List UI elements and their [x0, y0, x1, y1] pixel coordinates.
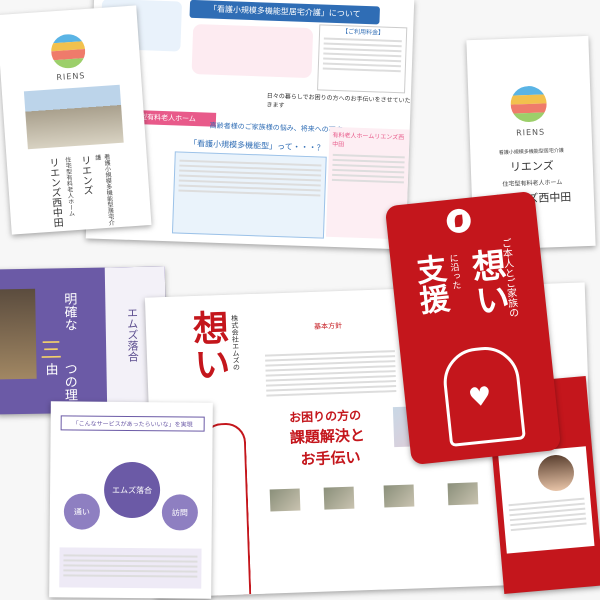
profile-box [498, 446, 595, 554]
riens-logo-icon [510, 85, 548, 123]
price-table: 【ご利用料金】 [317, 24, 408, 94]
center-label: エムズ落合 [112, 485, 153, 495]
info-box-left [171, 151, 327, 239]
sub-label-1: 通い [73, 507, 90, 517]
brochure-subtitle: 看護小規模多機能型居宅介護 [498, 147, 564, 157]
leaf-logo-icon [445, 207, 472, 235]
card-line-2: 想い [463, 246, 511, 319]
reason-number: 三 [39, 338, 63, 364]
purple-flyer: 明確な 三 つの理由 エムズ落合 [0, 266, 168, 415]
building-photo [23, 84, 124, 150]
bottom-flyer: 「こんなサービスがあったらいいな」を実現 エムズ落合 通い 訪問 [49, 401, 213, 599]
option-bubbles [191, 23, 314, 79]
schedule-table [59, 547, 202, 589]
sub-label-2: 訪問 [171, 507, 188, 517]
right-box-title: 有料老人ホームリエンズ西中田 [332, 131, 405, 149]
brochure-name-2: リエンズ西中田 [46, 157, 63, 228]
spread-section-label: 基本方針 [313, 321, 343, 331]
brand-name: RIENS [515, 127, 546, 138]
portfolio-collage: 「看護小規模多機能型居宅介護」について 【ご利用料金】 日々の暮らしでお困りの方… [0, 0, 600, 600]
price-title: 【ご利用料金】 [341, 28, 385, 37]
flyer-banner: 「看護小規模多機能型居宅介護」について [189, 0, 381, 25]
sub-bubble-2: 訪問 [161, 494, 199, 531]
brochure-name-1: リエンズ [509, 159, 554, 174]
flyer-facility-name: エムズ落合 [125, 306, 140, 363]
sub-bubble-1: 通い [63, 493, 101, 530]
heading-line-3: お手伝い [300, 448, 361, 469]
brochure-subtitle: 看護小規模多機能型居宅介護 [93, 153, 115, 226]
profile-photo [536, 453, 576, 493]
brochure-subtitle-2: 住宅型有料老人ホーム [502, 178, 563, 189]
left-brochure: RIENS 看護小規模多機能型居宅介護 リエンズ 住宅型有料老人ホーム リエンズ… [0, 5, 152, 235]
section-heading-2: 「看護小規模多機能型」って・・・？ [188, 138, 325, 153]
policy-text [264, 347, 397, 400]
card-line-4: 支援 [409, 252, 451, 316]
flyer-band: 日々の暮らしでお困りの方へのお手伝いをさせていただきます [266, 92, 415, 110]
photo-activity-1 [269, 488, 301, 512]
center-bubble: エムズ落合 [103, 461, 161, 519]
spread-title: 想い [186, 308, 231, 383]
heading-line-1: お困りの方の [288, 408, 362, 425]
photo-activity-4 [447, 482, 479, 506]
riens-logo-icon [50, 33, 87, 70]
flyer-headline: 「こんなサービスがあったらいいな」を実現 [60, 415, 205, 432]
brand-name: RIENS [56, 71, 86, 83]
reason-line-1: 明確な [61, 292, 77, 332]
brochure-name-1: リエンズ [78, 155, 93, 196]
heading-line-2: 課題解決と [289, 426, 366, 447]
photo-activity-2 [323, 486, 355, 510]
heart-door-icon: ♥ [440, 343, 526, 448]
red-card: ご本人とご家族の 想い に沿った 支援 ♥ [384, 190, 562, 466]
brochure-subtitle-2: 住宅型有料老人ホーム [63, 156, 75, 217]
interior-photo [0, 288, 37, 380]
photo-activity-3 [383, 484, 415, 508]
